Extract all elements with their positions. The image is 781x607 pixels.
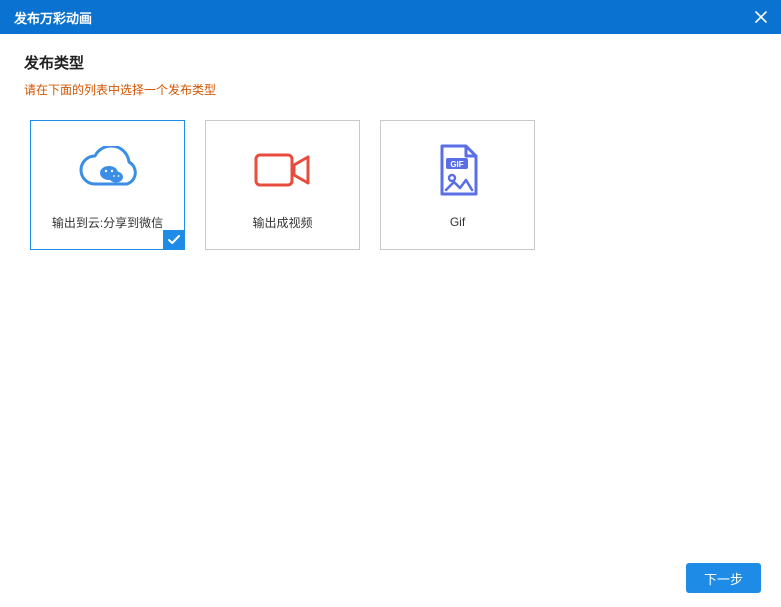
window-title: 发布万彩动画 xyxy=(14,8,92,27)
cloud-wechat-icon xyxy=(75,140,141,200)
titlebar: 发布万彩动画 xyxy=(0,0,781,34)
section-title: 发布类型 xyxy=(24,52,757,73)
card-label: 输出成视频 xyxy=(252,214,312,231)
section-hint: 请在下面的列表中选择一个发布类型 xyxy=(24,81,757,98)
close-button[interactable] xyxy=(749,5,773,29)
video-icon xyxy=(254,140,312,200)
card-gif[interactable]: GIF Gif xyxy=(380,120,535,250)
card-label: Gif xyxy=(450,215,465,229)
svg-text:GIF: GIF xyxy=(450,160,463,169)
close-icon xyxy=(755,11,767,23)
next-button[interactable]: 下一步 xyxy=(686,563,761,593)
card-label: 输出到云:分享到微信 xyxy=(52,214,163,231)
gif-icon: GIF xyxy=(434,141,482,201)
card-cloud-wechat[interactable]: 输出到云:分享到微信 xyxy=(30,120,185,250)
check-icon xyxy=(168,235,180,245)
card-list: 输出到云:分享到微信 输出成视频 xyxy=(24,120,757,250)
card-video[interactable]: 输出成视频 xyxy=(205,120,360,250)
content-area: 发布类型 请在下面的列表中选择一个发布类型 输出到云:分享到微信 xyxy=(0,34,781,250)
footer: 下一步 xyxy=(686,563,761,593)
selected-check xyxy=(163,230,185,250)
